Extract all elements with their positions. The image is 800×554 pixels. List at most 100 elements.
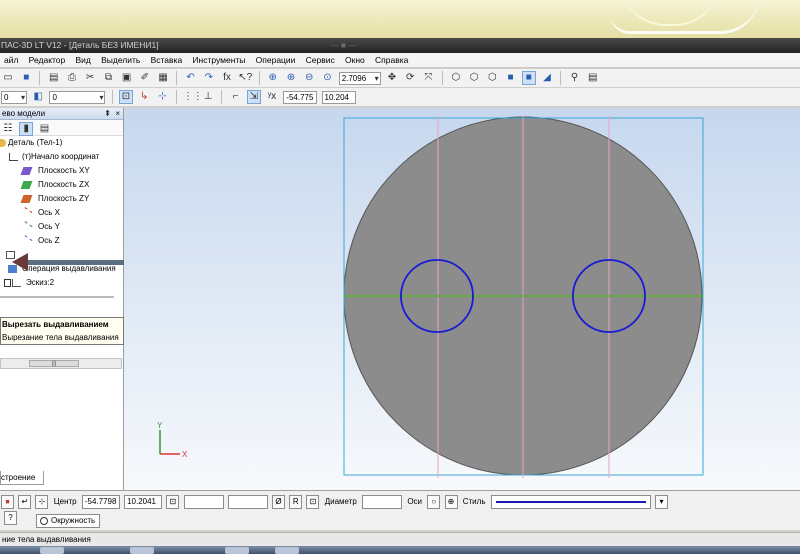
menu-file[interactable]: айл xyxy=(0,53,22,68)
paste-icon[interactable]: ▣ xyxy=(120,71,134,85)
manager-icon[interactable]: ▤ xyxy=(586,71,600,85)
tree-structure-icon[interactable]: ▮ xyxy=(19,122,34,136)
wireframe-icon[interactable]: ⬡ xyxy=(449,71,463,85)
diameter-toggle-icon[interactable]: Ø xyxy=(272,495,286,509)
tab-structure[interactable]: строение xyxy=(0,471,44,485)
tree-item-origin[interactable]: (т)Начало координат xyxy=(0,150,123,164)
function-icon[interactable]: fx xyxy=(220,71,234,85)
annotation-arrow xyxy=(12,253,128,271)
grid-icon[interactable]: ⋮⋮ xyxy=(183,90,203,104)
tree-item-label: Ось Z xyxy=(38,236,60,245)
taskbar-button[interactable] xyxy=(130,547,154,554)
tree-item-plane-zy[interactable]: Плоскость ZY xyxy=(0,192,123,206)
taskbar-button[interactable] xyxy=(40,547,64,554)
cursor-x-field[interactable]: -54.775 xyxy=(283,91,318,104)
line-style-select[interactable] xyxy=(490,495,651,509)
redo-icon[interactable]: ↷ xyxy=(202,71,216,85)
menu-edit[interactable]: Редактор xyxy=(25,53,70,68)
cursor-y-field[interactable]: 10.204 xyxy=(321,91,356,104)
pan-icon[interactable]: ✥ xyxy=(385,71,399,85)
tab-circle[interactable]: Окружность xyxy=(36,514,101,528)
ortho-icon[interactable]: ⌐ xyxy=(229,90,243,104)
undo-icon[interactable]: ↶ xyxy=(184,71,198,85)
tree-item-axis-y[interactable]: Ось Y xyxy=(0,220,123,234)
orient-icon[interactable]: ⤧ xyxy=(421,71,435,85)
plane-zy-icon xyxy=(20,195,33,203)
help-pointer-icon[interactable]: ↖? xyxy=(238,71,252,85)
stop-icon[interactable]: ⏹ xyxy=(1,495,14,509)
tree-item-sketch-2[interactable]: Эскиз:2 xyxy=(0,276,123,290)
close-icon[interactable]: × xyxy=(115,108,120,120)
menu-select[interactable]: Выделить xyxy=(97,53,144,68)
shaded-icon[interactable]: ■ xyxy=(504,71,518,85)
perspective-icon[interactable]: ◢ xyxy=(540,71,554,85)
command-tooltip: Вырезать выдавливанием Вырезание тела вы… xyxy=(0,317,124,345)
scrollbar-thumb[interactable]: ||| xyxy=(29,360,79,367)
radius-toggle-icon[interactable]: R xyxy=(289,495,303,509)
status-bar: ние тела выдавливания xyxy=(0,532,800,546)
print-preview-icon[interactable]: ▤ xyxy=(47,71,61,85)
menu-view[interactable]: Вид xyxy=(72,53,95,68)
menu-operations[interactable]: Операции xyxy=(252,53,300,68)
panel-horizontal-scrollbar[interactable]: ||| xyxy=(0,358,122,369)
zoom-scale-icon[interactable]: ⊙ xyxy=(320,71,334,85)
open-icon[interactable]: ▭ xyxy=(1,71,15,85)
layer-field[interactable]: 0 xyxy=(49,91,106,104)
properties-icon[interactable]: ✐ xyxy=(138,71,152,85)
with-axes-icon[interactable]: ⊕ xyxy=(444,495,458,509)
taskbar-button[interactable] xyxy=(225,547,249,554)
menu-help[interactable]: Справка xyxy=(371,53,412,68)
style-field[interactable]: 0 xyxy=(1,91,27,104)
style-dropdown-icon[interactable]: ▾ xyxy=(654,495,668,509)
diameter-field-icon[interactable]: ⊡ xyxy=(306,495,320,509)
no-axes-icon[interactable]: ○ xyxy=(427,495,441,509)
shaded-edges-icon[interactable]: ■ xyxy=(521,71,536,85)
point-x-field[interactable] xyxy=(183,495,224,509)
zoom-out-icon[interactable]: ⊖ xyxy=(302,71,316,85)
filter-icon[interactable]: ⚲ xyxy=(568,71,582,85)
point-icon[interactable]: ⊡ xyxy=(166,495,180,509)
print-icon[interactable]: ⎙ xyxy=(65,71,79,85)
menu-service[interactable]: Сервис xyxy=(302,53,339,68)
tree-scrollbar[interactable] xyxy=(0,296,114,298)
tree-view-icon[interactable]: ☷ xyxy=(1,122,15,136)
round-icon[interactable]: ⊥ xyxy=(201,90,215,104)
help-icon[interactable]: ? xyxy=(4,511,17,525)
zoom-value-field[interactable]: 2.7096 xyxy=(338,72,381,85)
tree-item-part[interactable]: Деталь (Тел-1) xyxy=(0,136,123,150)
snap-icon[interactable]: ↳ xyxy=(137,90,151,104)
copy-icon[interactable]: ⧉ xyxy=(101,71,115,85)
zoom-window-icon[interactable]: ⊕ xyxy=(266,71,280,85)
sketch-mode-icon[interactable]: ⊡ xyxy=(118,90,133,104)
cut-icon[interactable]: ✂ xyxy=(83,71,97,85)
toolbar-separator xyxy=(176,71,178,85)
save-icon[interactable]: ■ xyxy=(19,71,33,85)
menu-window[interactable]: Окно xyxy=(341,53,369,68)
menu-insert[interactable]: Вставка xyxy=(147,53,187,68)
pin-icon[interactable]: ⇞ xyxy=(104,108,111,120)
create-object-icon[interactable]: ↵ xyxy=(18,495,32,509)
tree-item-axis-z[interactable]: Ось Z xyxy=(0,234,123,248)
hidden-lines-icon[interactable]: ⬡ xyxy=(467,71,481,85)
point-y-field[interactable] xyxy=(227,495,268,509)
tree-item-plane-xy[interactable]: Плоскость XY xyxy=(0,164,123,178)
center-point-icon[interactable]: ⊹ xyxy=(35,495,49,509)
viewport-canvas[interactable]: X Y xyxy=(124,108,800,490)
menu-tools[interactable]: Инструменты xyxy=(188,53,249,68)
model-viewport[interactable]: X Y xyxy=(124,108,800,490)
tree-sort-icon[interactable]: ▤ xyxy=(37,122,51,136)
center-y-field[interactable]: 10.2041 xyxy=(124,495,163,509)
local-cs-icon[interactable]: ⊹ xyxy=(155,90,169,104)
library-icon[interactable]: ▦ xyxy=(156,71,170,85)
layer-icon[interactable]: ◧ xyxy=(31,90,45,104)
hidden-thin-icon[interactable]: ⬡ xyxy=(485,71,499,85)
diameter-field[interactable] xyxy=(362,495,403,509)
tree-item-axis-x[interactable]: Ось X xyxy=(0,206,123,220)
rotate-icon[interactable]: ⟳ xyxy=(403,71,417,85)
snap-toggle-icon[interactable]: ⇲ xyxy=(246,90,261,104)
taskbar-button[interactable] xyxy=(275,547,299,554)
center-x-field[interactable]: -54.7798 xyxy=(81,495,120,509)
tree-item-label: Деталь (Тел-1) xyxy=(8,138,63,147)
zoom-in-icon[interactable]: ⊕ xyxy=(284,71,298,85)
tree-item-plane-zx[interactable]: Плоскость ZX xyxy=(0,178,123,192)
